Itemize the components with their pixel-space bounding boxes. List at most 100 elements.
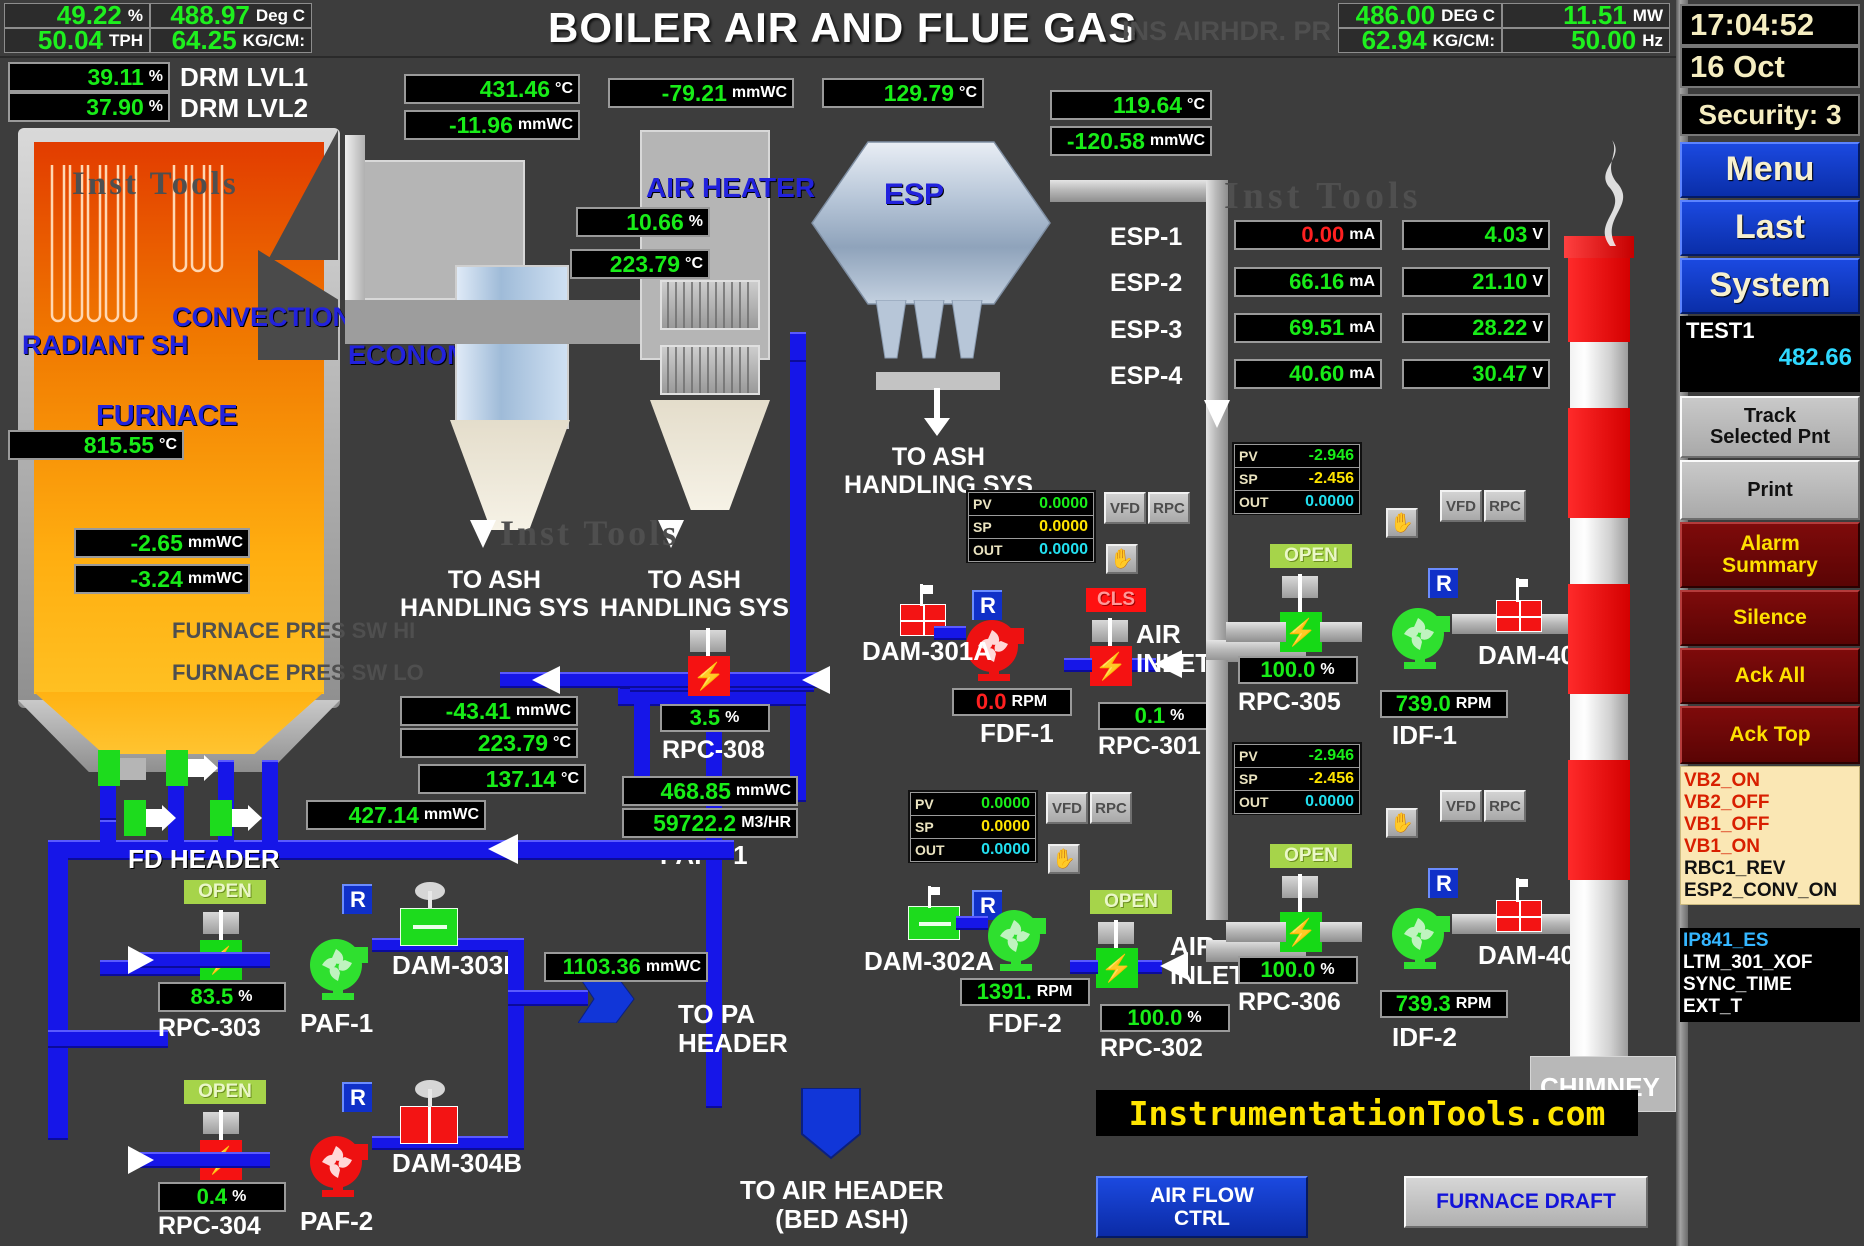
menu-button[interactable]: Menu xyxy=(1680,142,1860,198)
rpc301-tag: RPC-301 xyxy=(1098,732,1201,760)
fdf2-hand-icon[interactable]: ✋ xyxy=(1048,844,1080,874)
drum-level-2-unit: % xyxy=(148,98,163,115)
esp-row-1-voltage-number: 21.10 xyxy=(1472,269,1528,294)
page-title: BOILER AIR AND FLUE GAS xyxy=(548,4,1138,51)
esp-row-0-voltage: 4.03 V xyxy=(1402,220,1550,250)
drum-level-1-label: DRM LVL1 xyxy=(180,62,309,92)
alarm-item-8[interactable]: SYNC_TIME xyxy=(1680,974,1860,996)
ack-all-button[interactable]: Ack All xyxy=(1680,648,1860,704)
fdf1-faceplate[interactable]: PV 0.0000 SP 0.0000 OUT 0.0000 xyxy=(966,490,1096,563)
fdf2-fan-label: FDF-2 xyxy=(988,1008,1062,1038)
fdf2-sp-row: SP 0.0000 xyxy=(910,815,1036,839)
fdf2-vfd-button[interactable]: VFD xyxy=(1046,792,1088,824)
idf2-hand-icon[interactable]: ✋ xyxy=(1386,808,1418,838)
ah-o2-unit: % xyxy=(688,213,703,230)
paf1-fan[interactable] xyxy=(300,925,376,1001)
esp-row-1-current-number: 66.16 xyxy=(1289,269,1345,294)
header-value-1-unit: Deg C xyxy=(255,5,305,25)
header-value-7-unit: Hz xyxy=(1642,30,1663,50)
alarm-item-7[interactable]: LTM_301_XOF xyxy=(1680,952,1860,974)
idf1-hand-icon[interactable]: ✋ xyxy=(1386,508,1418,538)
dam403-flag-icon xyxy=(1516,578,1528,602)
rpc302-valve[interactable]: ⚡ xyxy=(1096,948,1138,988)
sa-tap xyxy=(790,332,806,362)
dam304b-damper[interactable] xyxy=(400,1106,458,1144)
rpc308-line xyxy=(530,672,830,688)
rpc308-valve[interactable]: ⚡ xyxy=(688,656,730,696)
ack-top-button[interactable]: Ack Top xyxy=(1680,706,1860,764)
dam302a-damper[interactable] xyxy=(908,906,960,940)
rpc302-position-unit: % xyxy=(1187,1009,1202,1026)
ah-air-temp-unit: °C xyxy=(685,255,703,272)
idf2-vfd-button[interactable]: VFD xyxy=(1440,790,1482,822)
flow-arrow-down-icon xyxy=(1204,400,1230,428)
flow-arrow-left-1-icon xyxy=(532,666,560,694)
header-value-6-number: 62.94 xyxy=(1361,25,1427,55)
air-flow-ctrl-button[interactable]: AIR FLOW CTRL xyxy=(1096,1176,1308,1238)
idf1-faceplate[interactable]: PV -2.946 SP -2.456 OUT 0.0000 xyxy=(1232,442,1362,515)
dam403-damper[interactable] xyxy=(1496,600,1542,632)
alarm-item-3[interactable]: VB1_ON xyxy=(1681,836,1859,858)
fd-header-pressure-unit: mmWC xyxy=(423,806,479,823)
idf1-valve-state: OPEN xyxy=(1270,544,1352,568)
rpc306-stem xyxy=(1282,874,1318,916)
alarm-item-1[interactable]: VB2_OFF xyxy=(1681,792,1859,814)
fdf2-rpc-button[interactable]: RPC xyxy=(1090,792,1132,824)
idf2-fan[interactable] xyxy=(1382,894,1458,970)
last-button[interactable]: Last xyxy=(1680,200,1860,256)
dam404-damper[interactable] xyxy=(1496,900,1542,932)
ah-out-draft-unit: mmWC xyxy=(515,702,571,719)
fdf2-faceplate[interactable]: PV 0.0000 SP 0.0000 OUT 0.0000 xyxy=(908,790,1038,863)
esp-row-1-current: 66.16 mA xyxy=(1234,267,1382,297)
rpc305-valve[interactable]: ⚡ xyxy=(1280,612,1322,652)
fdf2-out-key: OUT xyxy=(915,842,945,858)
fdf1-sp-value: 0.0000 xyxy=(1039,518,1088,535)
alarm-item-5[interactable]: ESP2_CONV_ON xyxy=(1681,880,1859,902)
furnace-draft-button[interactable]: FURNACE DRAFT xyxy=(1404,1176,1648,1228)
fdf1-rpc-button[interactable]: RPC xyxy=(1148,492,1190,524)
fdf1-vfd-button[interactable]: VFD xyxy=(1104,492,1146,524)
dam304b-tag: DAM-304B xyxy=(392,1148,523,1178)
header-value-2-number: 50.04 xyxy=(37,25,103,55)
fd-header-left-down xyxy=(48,840,68,1140)
esp-row-2-current-number: 69.51 xyxy=(1289,315,1345,340)
alarm-item-4[interactable]: RBC1_REV xyxy=(1681,858,1859,880)
paf2-fan[interactable] xyxy=(300,1122,376,1198)
to-air-header-label: TO AIR HEADER (BED ASH) xyxy=(740,1175,944,1235)
idf1-rpc-button[interactable]: RPC xyxy=(1484,490,1526,522)
furnace-pres-sw-lo-label: FURNACE PRES SW LO xyxy=(172,660,424,685)
idf1-vfd-button[interactable]: VFD xyxy=(1440,490,1482,522)
ah-out-draft-number: -43.41 xyxy=(445,697,511,724)
rpc306-valve[interactable]: ⚡ xyxy=(1280,912,1322,952)
alarm-item-6[interactable]: IP841_ES xyxy=(1680,930,1860,952)
system-button[interactable]: System xyxy=(1680,258,1860,314)
alarm-item-0[interactable]: VB2_ON xyxy=(1681,770,1859,792)
idf2-faceplate[interactable]: PV -2.946 SP -2.456 OUT 0.0000 xyxy=(1232,742,1362,815)
idf2-rpc-button[interactable]: RPC xyxy=(1484,790,1526,822)
esp-watermark: Inst Tools xyxy=(1224,175,1422,217)
furnace-draft-2-unit: mmWC xyxy=(187,570,243,587)
dam303b-damper[interactable] xyxy=(400,908,458,946)
fdf1-out-row: OUT 0.0000 xyxy=(968,538,1094,562)
print-button[interactable]: Print xyxy=(1680,460,1860,520)
furnace-draft-2-number: -3.24 xyxy=(130,565,183,592)
silence-button[interactable]: Silence xyxy=(1680,590,1860,646)
alarm-list-top[interactable]: VB2_ON VB2_OFF VB1_OFF VB1_ON RBC1_REV E… xyxy=(1680,766,1860,906)
alarm-list-bottom[interactable]: IP841_ES LTM_301_XOF SYNC_TIME EXT_T xyxy=(1680,928,1860,1023)
idf1-fan[interactable] xyxy=(1382,594,1458,670)
hand-icon[interactable]: ✋ xyxy=(1106,544,1138,574)
rpc301-in-pipe xyxy=(1064,658,1092,672)
alarm-summary-button[interactable]: Alarm Summary xyxy=(1680,522,1860,588)
esp-in-temp-unit: °C xyxy=(959,84,977,101)
furnace-draft-1-unit: mmWC xyxy=(187,534,243,551)
alarm-item-2[interactable]: VB1_OFF xyxy=(1681,814,1859,836)
alarm-item-9[interactable]: EXT_T xyxy=(1680,996,1860,1018)
eco-draft-unit: mmWC xyxy=(517,116,573,133)
ah-inlet-draft-unit: mmWC xyxy=(731,84,787,101)
track-selected-point-button[interactable]: Track Selected Pnt xyxy=(1680,396,1860,458)
chimney-stack xyxy=(1564,236,1634,1086)
esp-row-0-current-unit: mA xyxy=(1349,226,1375,243)
header-value-4-unit: DEG C xyxy=(1441,5,1495,25)
idf1-out-value: 0.0000 xyxy=(1305,493,1354,510)
rpc301-valve[interactable]: ⚡ xyxy=(1090,646,1132,686)
